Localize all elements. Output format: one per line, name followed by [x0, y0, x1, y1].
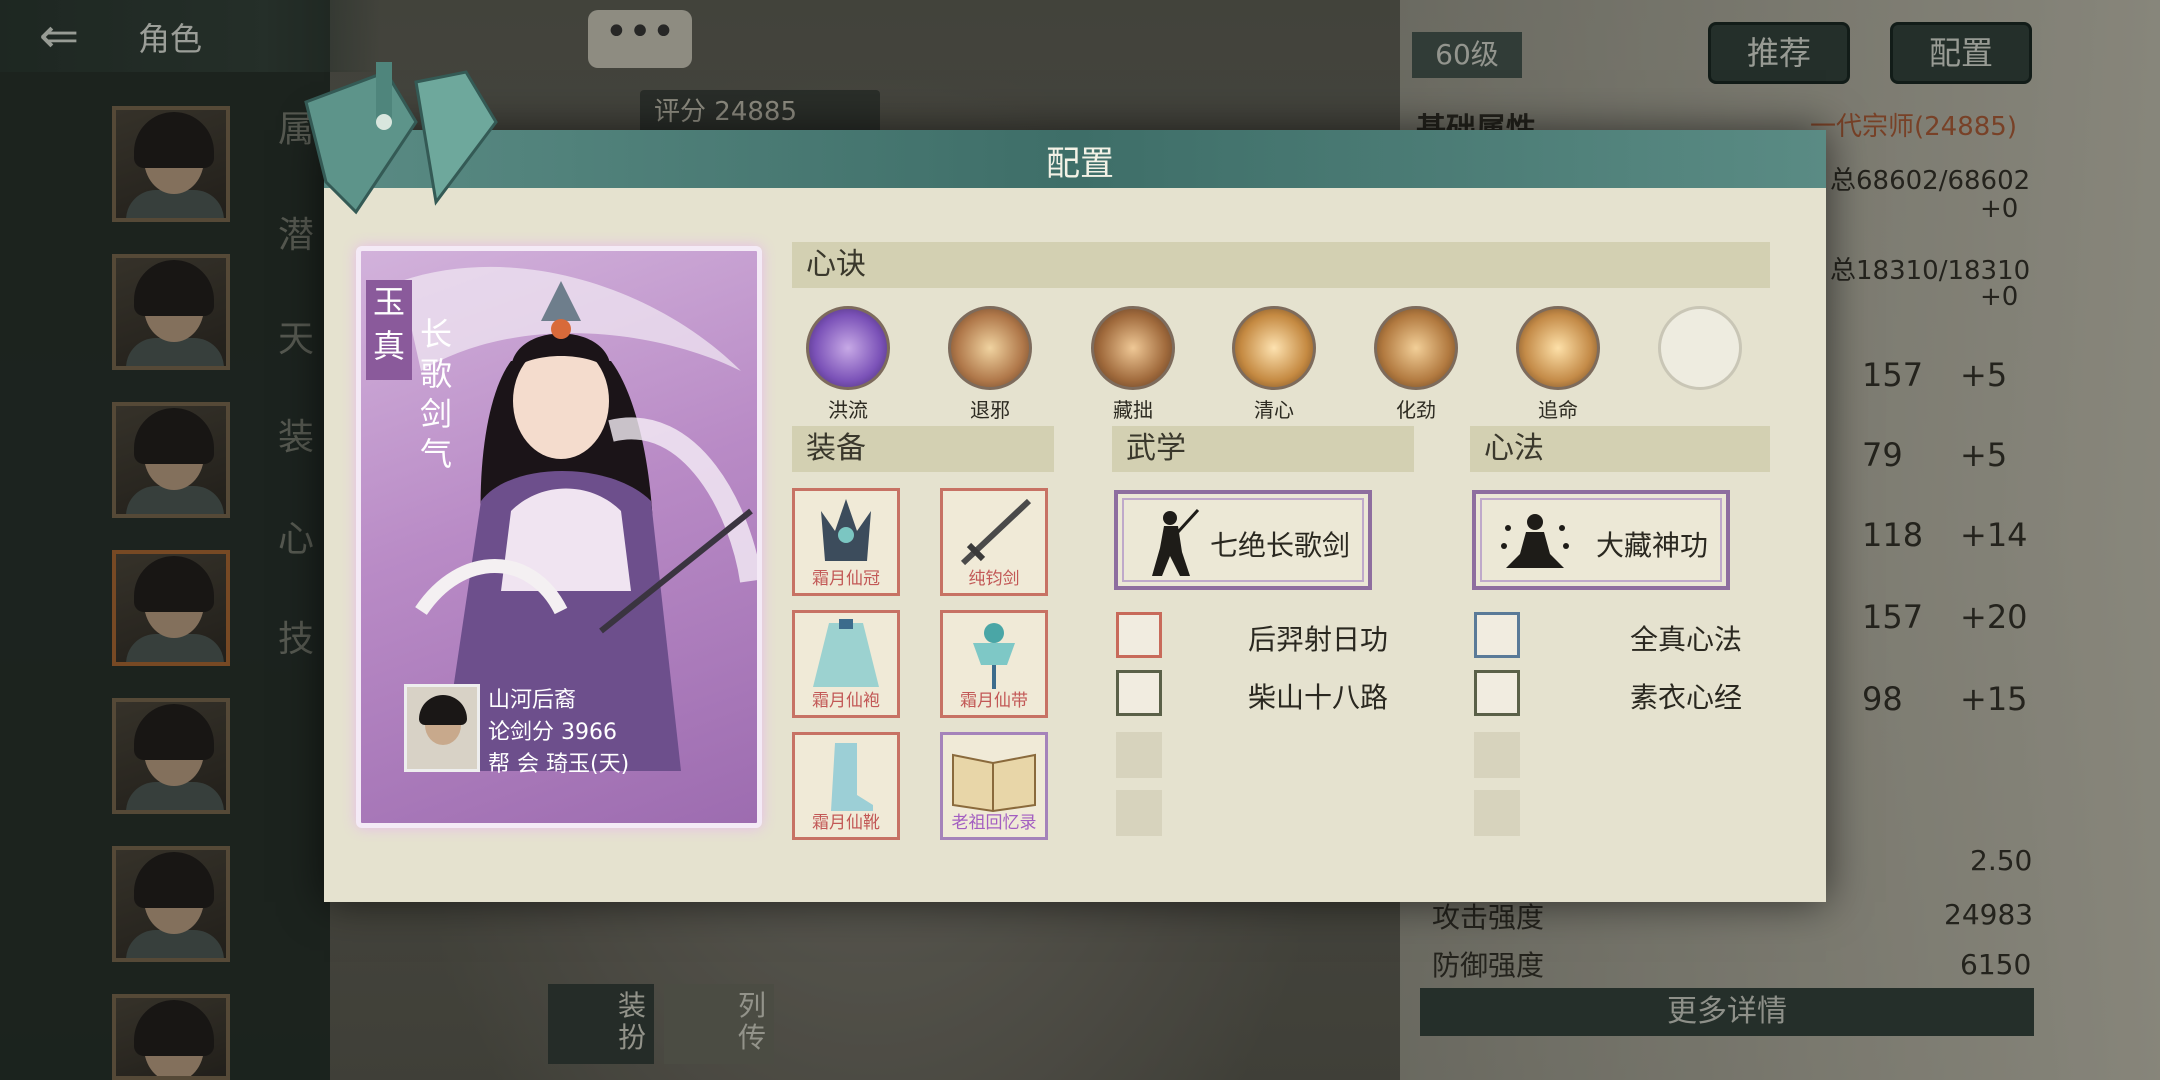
owner-score-value: 3966 — [561, 720, 618, 745]
xinjue-label: 追命 — [1538, 398, 1578, 422]
sword-ornament-icon — [304, 62, 498, 215]
boots-icon — [831, 743, 873, 811]
meditating-monk-icon — [1501, 514, 1569, 568]
xinjue-zhuiming-icon[interactable] — [1516, 306, 1600, 390]
xinjue-header: 心诀 — [792, 242, 1770, 288]
xinjue-hongliu-icon[interactable] — [806, 306, 890, 390]
owner-guild-value: 琦玉(天) — [546, 752, 630, 777]
modal-title: 配置 — [1046, 144, 1114, 184]
belt-icon — [973, 623, 1015, 689]
equip-slot-book[interactable]: 老祖回忆录 — [940, 732, 1048, 840]
equip-slot-sword[interactable]: 纯钧剑 — [940, 488, 1048, 596]
xinjue-cangzhuo-icon[interactable] — [1091, 306, 1175, 390]
book-icon — [952, 753, 1036, 813]
martial-empty-slot[interactable] — [1116, 732, 1162, 778]
quanzhen-skill-icon[interactable] — [1474, 612, 1520, 658]
xinjue-qingxin-icon[interactable] — [1232, 306, 1316, 390]
owner-score: 论剑分 3966 — [488, 714, 617, 746]
owner-guild-label: 帮 会 — [488, 752, 539, 777]
mind-sub-name: 全真心法 — [1630, 623, 1743, 656]
card-skill-name: 长歌剑气 — [420, 315, 453, 473]
mind-empty-slot[interactable] — [1474, 790, 1520, 836]
equip-slot-boots[interactable]: 霜月仙靴 — [792, 732, 900, 840]
xinjue-label: 藏拙 — [1113, 398, 1153, 422]
xinjue-label: 退邪 — [970, 398, 1010, 422]
equip-label: 纯钧剑 — [968, 569, 1020, 589]
archer-skill-icon[interactable] — [1116, 612, 1162, 658]
equip-label: 霜月仙袍 — [812, 691, 880, 711]
martial-sub-name: 柴山十八路 — [1248, 681, 1389, 714]
owner-name: 山河后裔 — [488, 688, 577, 713]
xinjue-label: 洪流 — [828, 398, 868, 422]
xinjue-tuixie-icon[interactable] — [948, 306, 1032, 390]
warrior-skill-icon[interactable] — [1116, 670, 1162, 716]
martial-arts-header: 武学 — [1112, 426, 1414, 472]
xinjue-label: 化劲 — [1396, 398, 1436, 422]
sword-icon — [960, 498, 1032, 566]
equipment-header: 装备 — [792, 426, 1054, 472]
xinjue-empty-slot[interactable] — [1658, 306, 1742, 390]
martial-sub-name: 后羿射日功 — [1248, 623, 1389, 656]
owner-avatar — [404, 684, 480, 772]
mind-method-header: 心法 — [1470, 426, 1770, 472]
robe-icon — [813, 619, 879, 687]
suyi-skill-icon[interactable] — [1474, 670, 1520, 716]
equip-slot-crown[interactable]: 霜月仙冠 — [792, 488, 900, 596]
equip-label: 霜月仙冠 — [812, 569, 880, 589]
martial-main-skill[interactable]: 七绝长歌剑 — [1114, 490, 1372, 590]
card-character-name: 玉真 — [366, 280, 412, 380]
mind-main-skill[interactable]: 大藏神功 — [1472, 490, 1730, 590]
equip-label: 霜月仙带 — [960, 691, 1028, 711]
xinjue-label: 清心 — [1254, 398, 1294, 422]
equip-slot-robe[interactable]: 霜月仙袍 — [792, 610, 900, 718]
mind-main-name: 大藏神功 — [1595, 529, 1708, 562]
owner-guild: 帮 会 琦玉(天) — [488, 746, 629, 778]
equip-label: 霜月仙靴 — [812, 813, 880, 833]
martial-empty-slot[interactable] — [1116, 790, 1162, 836]
martial-main-name: 七绝长歌剑 — [1209, 529, 1350, 562]
owner-score-label: 论剑分 — [488, 720, 555, 745]
mind-empty-slot[interactable] — [1474, 732, 1520, 778]
mind-sub-name: 素衣心经 — [1630, 681, 1743, 714]
equip-slot-belt[interactable]: 霜月仙带 — [940, 610, 1048, 718]
xinjue-huajin-icon[interactable] — [1374, 306, 1458, 390]
crown-icon — [821, 499, 871, 561]
swordsman-silhouette-icon — [1152, 508, 1200, 576]
equip-label: 老祖回忆录 — [951, 813, 1037, 833]
